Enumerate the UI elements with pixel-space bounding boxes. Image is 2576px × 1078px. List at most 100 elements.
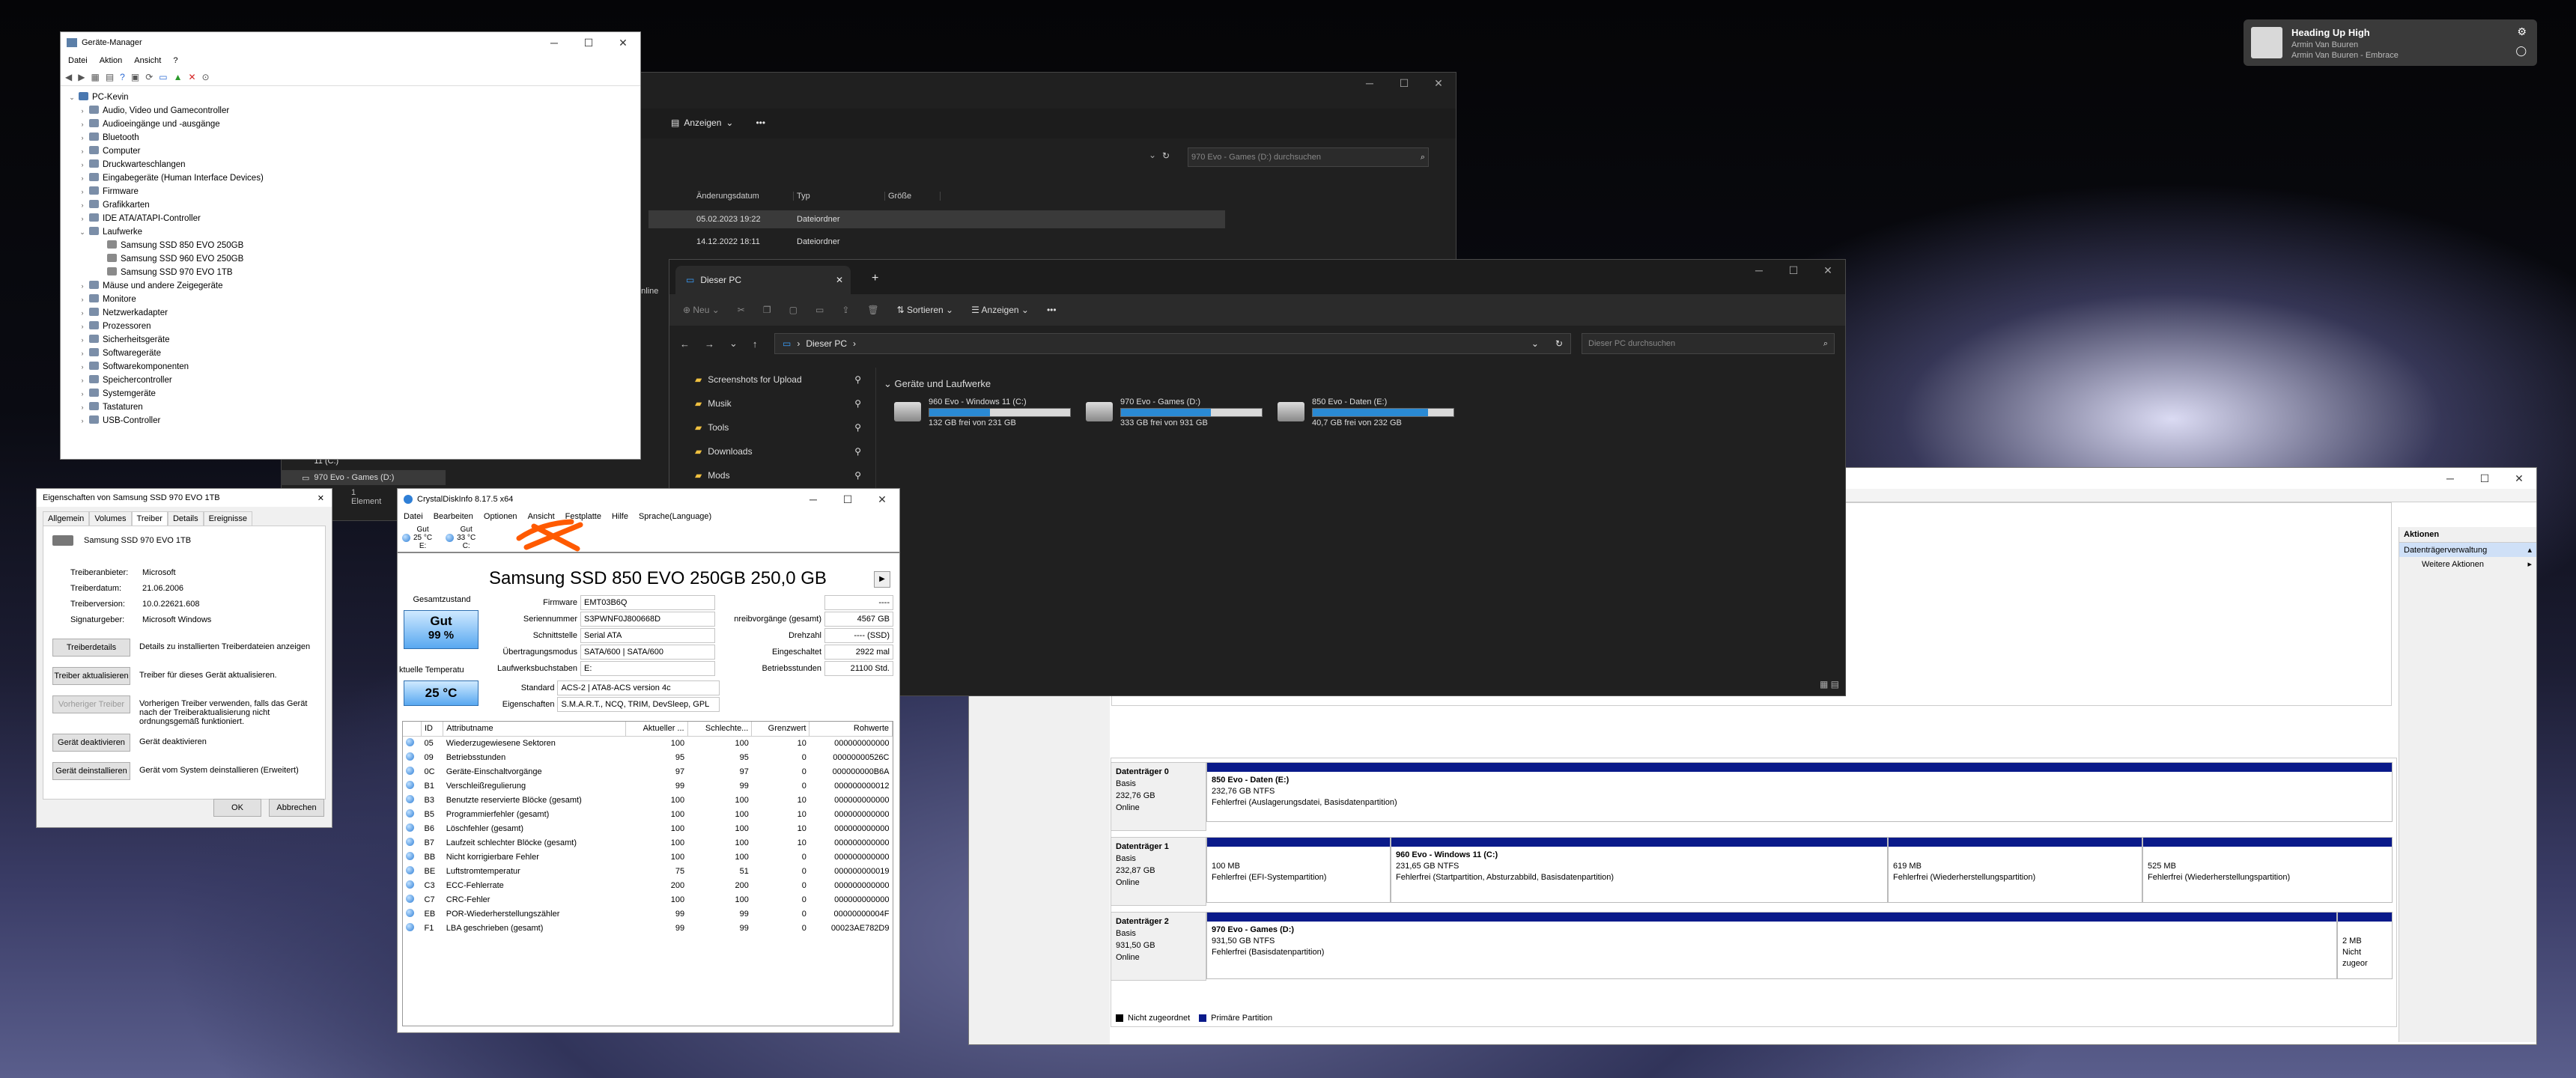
view-button[interactable]: ☰ Anzeigen ⌄ [971, 305, 1029, 315]
col-date[interactable]: Änderungsdatum [693, 192, 794, 201]
driver-button[interactable]: Gerät deaktivieren [52, 734, 130, 752]
sort-button[interactable]: ⇅ Sortieren ⌄ [897, 305, 953, 315]
smart-row[interactable]: B3 Benutzte reservierte Blöcke (gesamt) 10… [403, 793, 893, 807]
uninstall-icon[interactable]: ✕ [188, 72, 195, 82]
close-icon[interactable]: ✕ [318, 493, 324, 503]
drive-tile[interactable]: 850 Evo - Daten (E:) 40,7 GB frei von 232… [1278, 398, 1454, 427]
tree-category[interactable]: › Mäuse und andere Zeigegeräte [67, 279, 640, 293]
smart-row[interactable]: C3 ECC-Fehlerrate 200 200 0 000000000000 [403, 878, 893, 892]
menu-aktion[interactable]: Aktion [100, 56, 123, 65]
driver-button[interactable]: Treiber aktualisieren [52, 667, 130, 685]
close-icon[interactable]: ✕ [1811, 260, 1845, 281]
tree-category[interactable]: › IDE ATA/ATAPI-Controller [67, 212, 640, 225]
delete-icon[interactable]: 🗑 [867, 305, 878, 315]
smart-column-header[interactable] [403, 722, 422, 737]
monitor-icon[interactable]: ▭ [159, 72, 167, 82]
partition-c[interactable]: 960 Evo - Windows 11 (C:) 231,65 GB NTFS F… [1391, 837, 1888, 903]
menu-item[interactable]: Bearbeiten [434, 512, 473, 521]
tree-root[interactable]: ⌄ PC-Kevin [67, 91, 640, 104]
col-size[interactable]: Größe [885, 192, 941, 201]
update-driver-icon[interactable]: ▲ [174, 72, 183, 82]
driver-button[interactable]: Vorheriger Treiber [52, 695, 130, 713]
smart-column-header[interactable]: Grenzwert [751, 722, 810, 737]
view-toggle[interactable]: ▦ ▤ [1820, 679, 1839, 689]
media-notification[interactable]: Heading Up High Armin Van Buuren Armin V… [2244, 19, 2537, 66]
smart-row[interactable]: EB POR-Wiederherstellungszähler 99 99 0 00000… [403, 907, 893, 921]
minimize-icon[interactable]: ─ [537, 32, 571, 53]
smart-row[interactable]: 05 Wiederzugewiesene Sektoren 100 100 10 0000… [403, 736, 893, 750]
smart-row[interactable]: BB Nicht korrigierbare Fehler 100 100 0 00000… [403, 850, 893, 864]
minimize-icon[interactable]: ─ [2433, 468, 2467, 489]
cancel-button[interactable]: Abbrechen [269, 799, 324, 817]
tree-category[interactable]: › Softwaregeräte [67, 347, 640, 360]
close-icon[interactable]: ◯ [2515, 45, 2527, 57]
properties-icon[interactable]: ▣ [131, 72, 139, 82]
tab-volumes[interactable]: Volumes [89, 511, 132, 526]
tree-category[interactable]: › Computer [67, 144, 640, 158]
new-button[interactable]: ⊕ Neu ⌄ [683, 305, 720, 315]
tree-category[interactable]: › Grafikkarten [67, 198, 640, 212]
smart-column-header[interactable]: Rohwerte [809, 722, 893, 737]
forward-icon[interactable]: → [705, 338, 714, 350]
tree-category[interactable]: › Softwarekomponenten [67, 360, 640, 374]
quick-access-item[interactable]: ▰ Screenshots for Upload ⚲ [669, 368, 861, 392]
tab-allgemein[interactable]: Allgemein [43, 511, 90, 526]
tree-category[interactable]: › Sicherheitsgeräte [67, 333, 640, 347]
disk-tab[interactable]: Gut 25 °C E: [402, 526, 432, 550]
action-disk-management[interactable]: Datenträgerverwaltung ▴ [2399, 543, 2536, 557]
disk-tab[interactable]: Gut 33 °C C: [446, 526, 476, 550]
close-icon[interactable]: ✕ [606, 32, 640, 53]
view-icon[interactable]: ▤ [106, 72, 114, 82]
smart-row[interactable]: BE Luftstromtemperatur 75 51 0 000000000019 [403, 864, 893, 878]
partition-recovery-1[interactable]: 619 MB Fehlerfrei (Wiederherstellungspart… [1888, 837, 2142, 903]
search-input[interactable]: Dieser PC durchsuchen ⌕ [1582, 333, 1835, 354]
back-icon[interactable]: ◀ [65, 72, 72, 82]
scan-icon[interactable]: ⟳ [145, 72, 153, 82]
tree-category[interactable]: › Tastaturen [67, 401, 640, 414]
rename-icon[interactable]: ▭ [815, 305, 824, 315]
maximize-icon[interactable]: ☐ [1776, 260, 1811, 281]
minimize-icon[interactable]: ─ [796, 489, 830, 510]
next-disk-button[interactable]: ▶ [874, 571, 890, 588]
disk-1-label[interactable]: Datenträger 1 Basis 232,87 GB Online [1111, 837, 1206, 906]
maximize-icon[interactable]: ☐ [2467, 468, 2502, 489]
quick-access-item[interactable]: ▰ Tools ⚲ [669, 415, 861, 439]
disk-0-label[interactable]: Datenträger 0 Basis 232,76 GB Online [1111, 762, 1206, 831]
list-icon[interactable]: ▦ [91, 72, 99, 82]
quick-access-item[interactable]: ▰ Mods ⚲ [669, 463, 861, 487]
cut-icon[interactable]: ✂ [738, 305, 745, 315]
tree-device[interactable]: Samsung SSD 970 EVO 1TB [67, 266, 640, 279]
driver-button[interactable]: Treiberdetails [52, 639, 130, 657]
address-bar[interactable]: ▭ › Dieser PC › ⌄ ↻ [774, 333, 1571, 354]
forward-icon[interactable]: ▶ [78, 72, 85, 82]
tab-ereignisse[interactable]: Ereignisse [203, 511, 252, 526]
more-icon[interactable]: ••• [1047, 305, 1057, 315]
drive-tile[interactable]: 960 Evo - Windows 11 (C:) 132 GB frei von… [894, 398, 1071, 427]
download-icon[interactable]: ⊙ [202, 72, 210, 82]
driver-button[interactable]: Gerät deinstallieren [52, 762, 130, 780]
col-type[interactable]: Typ [794, 192, 885, 201]
drive-tile[interactable]: 970 Evo - Games (D:) 333 GB frei von 931 … [1086, 398, 1263, 427]
file-row[interactable]: 05.02.2023 19:22 Dateiordner [648, 210, 1225, 228]
action-more[interactable]: Weitere Aktionen ▸ [2399, 557, 2536, 571]
refresh-icon[interactable]: ↻ [1162, 150, 1170, 161]
tree-device[interactable]: Samsung SSD 850 EVO 250GB [67, 239, 640, 252]
tree-category[interactable]: › Audio, Video und Gamecontroller [67, 104, 640, 118]
tree-category[interactable]: › Monitore [67, 293, 640, 306]
smart-column-header[interactable]: Aktueller ... [625, 722, 688, 737]
maximize-icon[interactable]: ☐ [1387, 73, 1421, 94]
minimize-icon[interactable]: ─ [1352, 73, 1387, 94]
smart-row[interactable]: B7 Laufzeit schlechter Blöcke (gesamt) 100… [403, 835, 893, 850]
smart-column-header[interactable]: Schlechte... [687, 722, 753, 737]
new-tab-icon[interactable]: + [872, 272, 878, 285]
partition-efi[interactable]: 100 MB Fehlerfrei (EFI-Systempartition) [1206, 837, 1391, 903]
nav-drive-d[interactable]: ▭ 970 Evo - Games (D:) [281, 470, 446, 485]
smart-column-header[interactable]: ID [421, 722, 444, 737]
maximize-icon[interactable]: ☐ [830, 489, 865, 510]
address-dropdown-icon[interactable]: ⌄ [1531, 338, 1539, 349]
copy-icon[interactable]: ❐ [763, 305, 771, 315]
tree-category[interactable]: › Systemgeräte [67, 387, 640, 401]
partition-recovery-2[interactable]: 525 MB Fehlerfrei (Wiederherstellungspart… [2142, 837, 2393, 903]
file-row[interactable]: 14.12.2022 18:11 Dateiordner [648, 233, 1225, 251]
minimize-icon[interactable]: ─ [1742, 260, 1776, 281]
